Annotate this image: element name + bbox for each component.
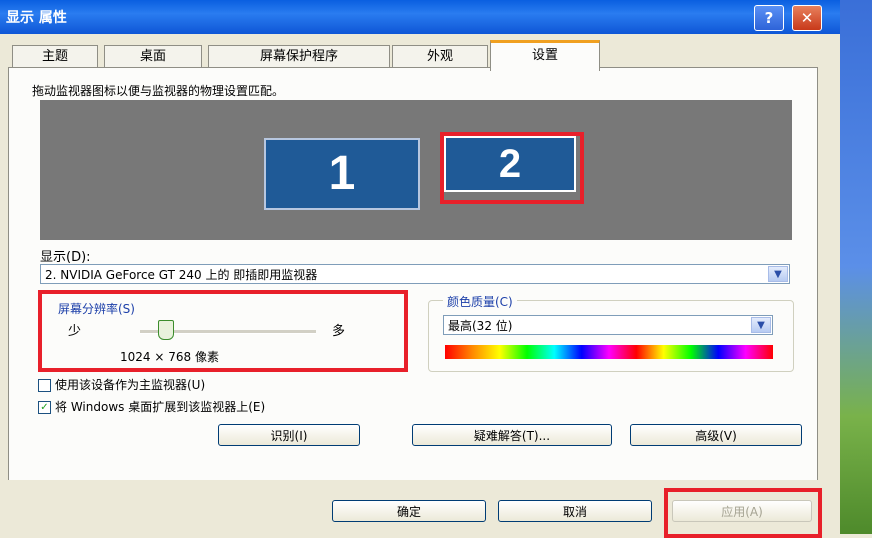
color-quality-value: 最高(32 位) (448, 319, 513, 333)
chevron-down-icon[interactable]: ▼ (751, 317, 771, 333)
color-spectrum-bar (445, 345, 773, 359)
highlight-monitor-2 (440, 132, 584, 204)
monitor-1-icon[interactable]: 1 (264, 138, 420, 210)
display-dropdown[interactable]: 2. NVIDIA GeForce GT 240 上的 即插即用监视器 ▼ (40, 264, 790, 284)
tab-strip: 主题 桌面 屏幕保护程序 外观 设置 (0, 38, 840, 71)
display-dropdown-value: 2. NVIDIA GeForce GT 240 上的 即插即用监视器 (45, 268, 318, 282)
title-bar[interactable]: 显示 属性 ? ✕ (0, 0, 840, 34)
instruction-text: 拖动监视器图标以便与监视器的物理设置匹配。 (32, 84, 285, 98)
close-button[interactable]: ✕ (792, 5, 822, 31)
troubleshoot-button[interactable]: 疑难解答(T)... (412, 424, 612, 446)
desktop-background (840, 0, 872, 534)
window-title: 显示 属性 (6, 10, 67, 26)
ok-button[interactable]: 确定 (332, 500, 486, 522)
help-button[interactable]: ? (754, 5, 784, 31)
extend-desktop-checkbox-row[interactable]: ✓ 将 Windows 桌面扩展到该监视器上(E) (38, 398, 265, 415)
advanced-button[interactable]: 高级(V) (630, 424, 802, 446)
chevron-down-icon[interactable]: ▼ (768, 266, 788, 282)
tab-theme[interactable]: 主题 (12, 45, 98, 68)
extend-desktop-checkbox[interactable]: ✓ (38, 401, 51, 414)
primary-monitor-checkbox-row[interactable]: 使用该设备作为主监视器(U) (38, 376, 205, 393)
tab-appearance[interactable]: 外观 (392, 45, 488, 68)
tab-settings[interactable]: 设置 (490, 40, 600, 71)
display-label: 显示(D): (40, 250, 91, 265)
extend-desktop-label: 将 Windows 桌面扩展到该监视器上(E) (55, 400, 266, 414)
color-quality-title: 颜色质量(C) (443, 293, 517, 310)
tab-screensaver[interactable]: 屏幕保护程序 (208, 45, 390, 68)
color-quality-group: 颜色质量(C) 最高(32 位) ▼ (428, 293, 794, 372)
tab-desktop[interactable]: 桌面 (104, 45, 202, 68)
monitor-preview-area: 1 2 (40, 100, 792, 240)
highlight-apply (664, 488, 822, 538)
highlight-resolution (38, 290, 408, 372)
primary-monitor-checkbox[interactable] (38, 379, 51, 392)
identify-button[interactable]: 识别(I) (218, 424, 360, 446)
cancel-button[interactable]: 取消 (498, 500, 652, 522)
primary-monitor-label: 使用该设备作为主监视器(U) (55, 378, 206, 392)
color-quality-dropdown[interactable]: 最高(32 位) ▼ (443, 315, 773, 335)
